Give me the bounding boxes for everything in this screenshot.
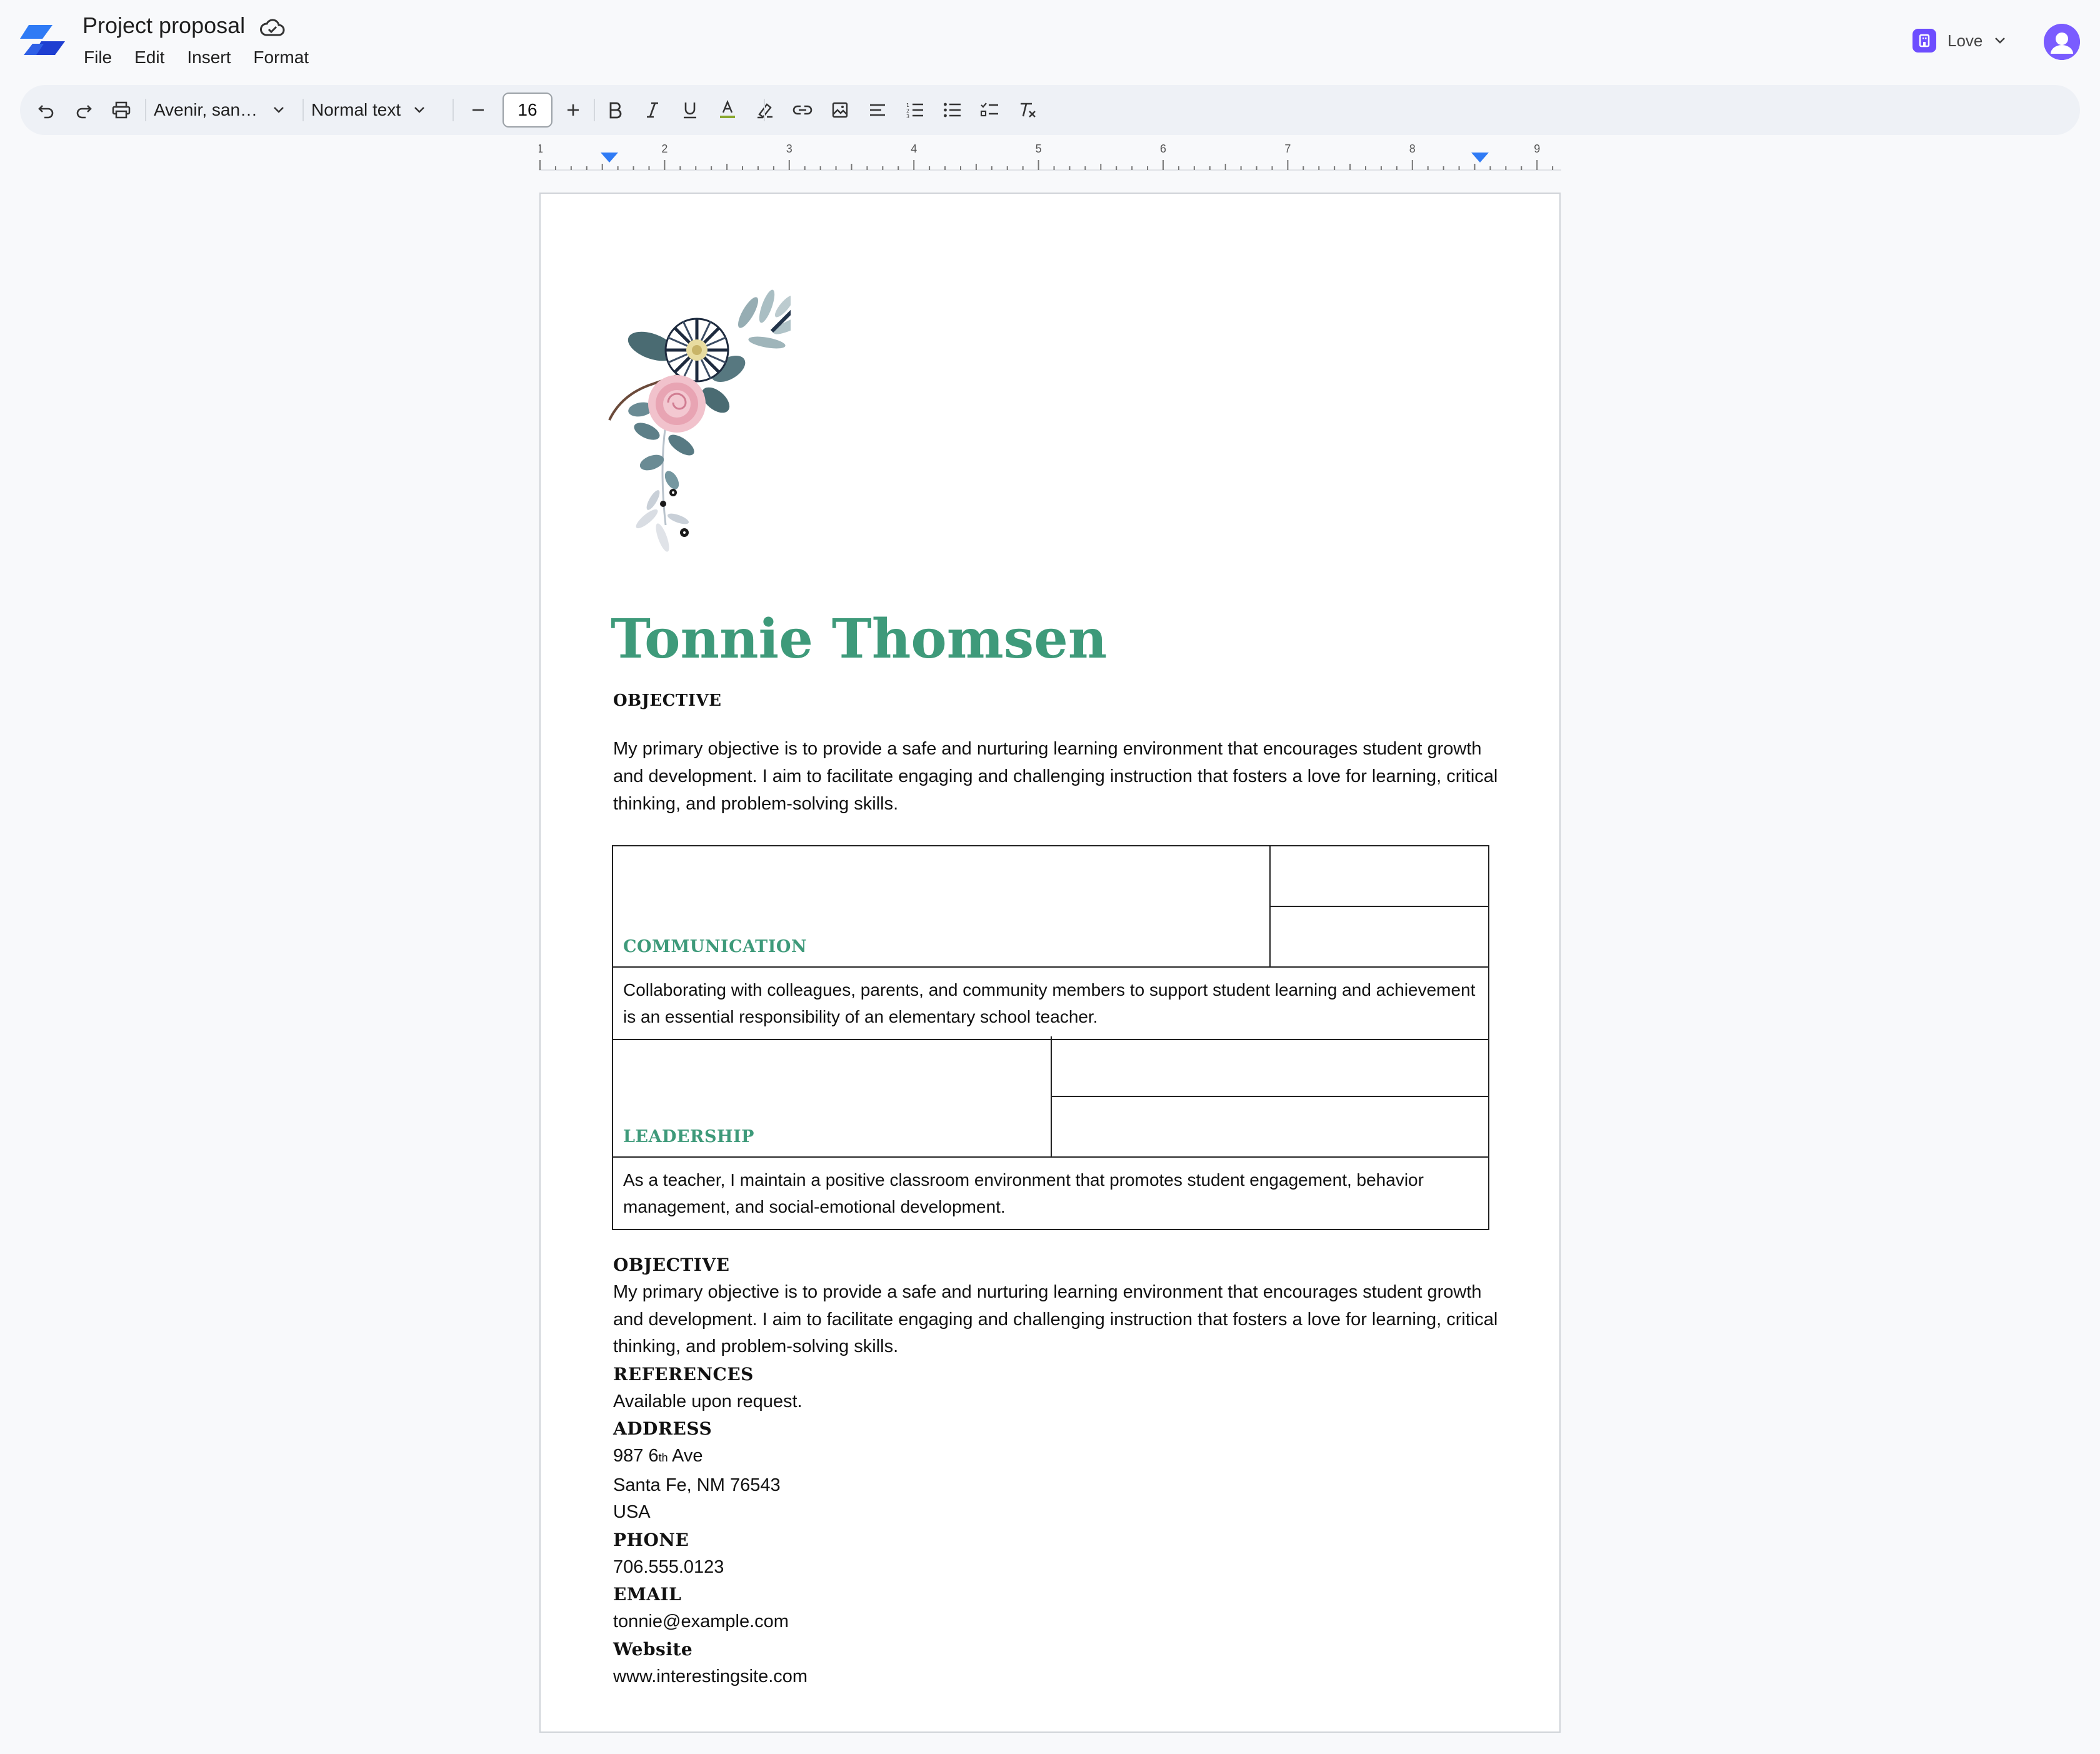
skill-description-leadership[interactable]: As a teacher, I maintain a positive clas… (613, 1158, 1488, 1229)
svg-text:2: 2 (906, 108, 909, 114)
ruler-label: 8 (1409, 143, 1416, 155)
bulleted-list-icon (944, 103, 961, 118)
objective2-paragraph[interactable]: My primary objective is to provide a saf… (613, 1279, 1513, 1361)
undo-button[interactable] (31, 85, 61, 135)
account-switcher[interactable]: Love (1912, 29, 2006, 53)
horizontal-ruler[interactable]: 1 2 3 4 5 6 7 8 9 (539, 141, 1561, 174)
align-button[interactable] (860, 85, 895, 135)
paragraph-style-dropdown[interactable]: Normal text (311, 85, 456, 135)
ruler-label: 2 (661, 143, 668, 155)
app-logo-icon[interactable] (20, 25, 65, 60)
minus-icon (472, 109, 484, 111)
ruler-label: 1 (539, 143, 543, 155)
menu-edit[interactable]: Edit (134, 48, 164, 68)
ruler-label: 3 (786, 143, 792, 155)
formatting-toolbar: Avenir, san… Normal text 16 123 (20, 85, 2080, 135)
email-heading[interactable]: EMAIL (613, 1581, 1513, 1608)
checklist-icon (981, 103, 998, 117)
skill-table-leadership[interactable]: LEADERSHIP As a teacher, I maintain a po… (612, 1036, 1489, 1230)
italic-button[interactable] (635, 85, 670, 135)
email-text[interactable]: tonnie@example.com (613, 1608, 1513, 1636)
left-indent-marker[interactable] (601, 153, 618, 163)
menu-insert[interactable]: Insert (187, 48, 231, 68)
print-button[interactable] (106, 85, 136, 135)
address-line-3[interactable]: USA (613, 1499, 1513, 1526)
numbered-list-button[interactable]: 123 (898, 85, 932, 135)
insert-link-button[interactable] (785, 85, 820, 135)
references-text[interactable]: Available upon request. (613, 1388, 1513, 1416)
increase-font-size-button[interactable] (556, 85, 590, 135)
skill-table-header: COMMUNICATION (613, 846, 1488, 968)
right-indent-marker[interactable] (1471, 153, 1489, 163)
align-left-icon (870, 104, 885, 116)
chevron-down-icon (274, 107, 284, 113)
user-avatar[interactable] (2044, 24, 2080, 60)
insert-image-button[interactable] (822, 85, 858, 135)
resume-details-section: OBJECTIVE My primary objective is to pro… (613, 1251, 1513, 1690)
link-icon (792, 105, 812, 115)
font-size-input[interactable]: 16 (502, 93, 552, 128)
underline-icon (684, 103, 696, 119)
menu-format[interactable]: Format (253, 48, 309, 68)
references-heading[interactable]: REFERENCES (613, 1361, 1513, 1388)
phone-text[interactable]: 706.555.0123 (613, 1554, 1513, 1581)
cloud-saved-icon[interactable] (260, 19, 285, 38)
highlight-color-button[interactable] (748, 85, 782, 135)
address-heading[interactable]: ADDRESS (613, 1415, 1513, 1443)
resume-name-heading[interactable]: Tonnie Thomsen (611, 608, 1107, 671)
menu-file[interactable]: File (84, 48, 112, 68)
font-family-value: Avenir, san… (154, 100, 258, 119)
chevron-down-icon (1995, 38, 2006, 44)
ruler-label: 6 (1160, 143, 1166, 155)
underline-button[interactable] (672, 85, 708, 135)
skill-description-communication[interactable]: Collaborating with colleagues, parents, … (613, 968, 1488, 1039)
objective-paragraph[interactable]: My primary objective is to provide a saf… (613, 735, 1501, 818)
workspace-badge-icon (1912, 29, 1936, 53)
document-page[interactable]: Tonnie Thomsen OBJECTIVE My primary obje… (539, 193, 1561, 1733)
address-line-2[interactable]: Santa Fe, NM 76543 (613, 1472, 1513, 1500)
font-family-dropdown[interactable]: Avenir, san… (154, 85, 316, 135)
text-color-icon (720, 100, 735, 118)
image-icon (832, 102, 848, 118)
account-name: Love (1948, 31, 1983, 50)
skill-label-leadership[interactable]: LEADERSHIP (623, 1127, 754, 1146)
svg-text:1: 1 (906, 103, 909, 108)
bulleted-list-button[interactable] (935, 85, 970, 135)
menu-bar: File Edit Insert Format (84, 48, 309, 68)
address-line-1[interactable]: 987 6th Ave (613, 1443, 1513, 1472)
ruler-label: 7 (1284, 143, 1291, 155)
objective-heading[interactable]: OBJECTIVE (613, 691, 721, 710)
bold-icon (609, 102, 622, 119)
paragraph-style-value: Normal text (311, 100, 401, 119)
objective2-heading[interactable]: OBJECTIVE (613, 1251, 1513, 1279)
ruler-label: 9 (1534, 143, 1540, 155)
redo-icon (76, 105, 92, 119)
text-color-button[interactable] (710, 85, 745, 135)
skill-table-header: LEADERSHIP (613, 1036, 1488, 1158)
phone-heading[interactable]: PHONE (613, 1526, 1513, 1554)
redo-button[interactable] (69, 85, 99, 135)
website-text[interactable]: www.interestingsite.com (613, 1663, 1513, 1691)
undo-icon (38, 105, 54, 119)
ruler-label: 4 (911, 143, 917, 155)
document-title[interactable]: Project proposal (82, 13, 245, 39)
italic-icon (647, 102, 658, 118)
clear-formatting-icon (1021, 103, 1036, 118)
skill-label-communication[interactable]: COMMUNICATION (623, 937, 807, 956)
plus-icon (568, 104, 579, 116)
highlighter-icon (758, 103, 772, 119)
decrease-font-size-button[interactable] (461, 85, 495, 135)
checklist-button[interactable] (972, 85, 1008, 135)
floral-decoration-image (608, 289, 791, 552)
skill-table-communication[interactable]: COMMUNICATION Collaborating with colleag… (612, 845, 1489, 1040)
numbered-list-icon: 123 (906, 103, 923, 118)
ruler-label: 5 (1036, 143, 1042, 155)
clear-formatting-button[interactable] (1010, 85, 1045, 135)
bold-button[interactable] (598, 85, 632, 135)
svg-text:3: 3 (906, 114, 909, 118)
website-heading[interactable]: Website (613, 1636, 1513, 1663)
print-icon (112, 101, 131, 119)
chevron-down-icon (414, 107, 425, 113)
